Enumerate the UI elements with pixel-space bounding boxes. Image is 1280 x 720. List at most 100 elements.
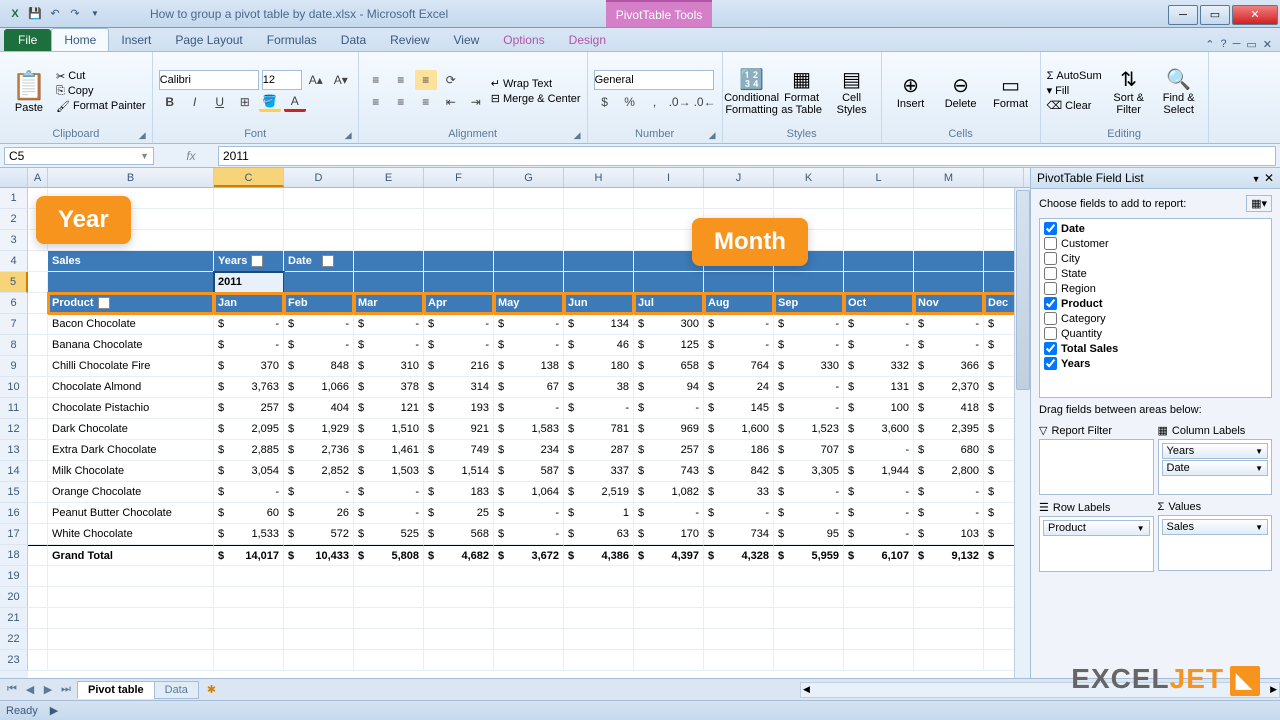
name-box[interactable]: C5▼ — [4, 147, 154, 165]
cell-J7[interactable]: $- — [704, 314, 774, 335]
inc-decimal-icon[interactable]: .0→ — [669, 92, 691, 112]
fieldlist-dropdown-icon[interactable]: ▼ — [1252, 174, 1261, 184]
cell-D9[interactable]: $848 — [284, 356, 354, 377]
col-header-C[interactable]: C — [214, 168, 284, 187]
cell-J23[interactable] — [704, 650, 774, 671]
cell-I23[interactable] — [634, 650, 704, 671]
help-icon[interactable]: ? — [1220, 38, 1226, 51]
cell-A11[interactable] — [28, 398, 48, 419]
cell-C2[interactable] — [214, 209, 284, 230]
cell-K12[interactable]: $1,523 — [774, 419, 844, 440]
cell-L10[interactable]: $131 — [844, 377, 914, 398]
col-header-I[interactable]: I — [634, 168, 704, 187]
cell-F7[interactable]: $- — [424, 314, 494, 335]
cell-I22[interactable] — [634, 629, 704, 650]
field-category[interactable]: Category — [1042, 311, 1269, 326]
cell-K19[interactable] — [774, 566, 844, 587]
cell-M9[interactable]: $366 — [914, 356, 984, 377]
cell-F14[interactable]: $1,514 — [424, 461, 494, 482]
autosum-button[interactable]: ΣAutoSum — [1047, 70, 1102, 82]
cell-K11[interactable]: $- — [774, 398, 844, 419]
cell-B8[interactable]: Banana Chocolate — [48, 335, 214, 356]
cell-A16[interactable] — [28, 503, 48, 524]
cell-G2[interactable] — [494, 209, 564, 230]
cell-E1[interactable] — [354, 188, 424, 209]
cell-J13[interactable]: $186 — [704, 440, 774, 461]
cell-C8[interactable]: $- — [214, 335, 284, 356]
cell-L8[interactable]: $- — [844, 335, 914, 356]
cell-H23[interactable] — [564, 650, 634, 671]
cell-M15[interactable]: $- — [914, 482, 984, 503]
formula-input[interactable]: 2011 — [218, 146, 1276, 166]
cell-A4[interactable] — [28, 251, 48, 272]
cell-J9[interactable]: $764 — [704, 356, 774, 377]
insert-cells-button[interactable]: ⊕Insert — [888, 58, 934, 124]
tab-home[interactable]: Home — [51, 28, 109, 51]
row-header-4[interactable]: 4 — [0, 251, 28, 272]
cell-C13[interactable]: $2,885 — [214, 440, 284, 461]
row-header-14[interactable]: 14 — [0, 461, 28, 482]
col-header-N[interactable] — [984, 168, 1024, 187]
cell-A5[interactable] — [28, 272, 48, 293]
cell-K10[interactable]: $- — [774, 377, 844, 398]
cell-L3[interactable] — [844, 230, 914, 251]
col-header-A[interactable]: A — [28, 168, 48, 187]
cell-G18[interactable]: $3,672 — [494, 545, 564, 566]
cell-L9[interactable]: $332 — [844, 356, 914, 377]
row-header-8[interactable]: 8 — [0, 335, 28, 356]
cell-L20[interactable] — [844, 587, 914, 608]
doc-min-icon[interactable]: ─ — [1233, 38, 1241, 51]
cell-D7[interactable]: $- — [284, 314, 354, 335]
cell-L6[interactable]: Oct — [844, 293, 914, 314]
cell-J17[interactable]: $734 — [704, 524, 774, 545]
cell-C19[interactable] — [214, 566, 284, 587]
row-header-20[interactable]: 20 — [0, 587, 28, 608]
cell-H20[interactable] — [564, 587, 634, 608]
cell-G14[interactable]: $587 — [494, 461, 564, 482]
cell-F8[interactable]: $- — [424, 335, 494, 356]
cell-M18[interactable]: $9,132 — [914, 545, 984, 566]
cell-D15[interactable]: $- — [284, 482, 354, 503]
field-checkbox[interactable] — [1044, 252, 1057, 265]
cell-H10[interactable]: $38 — [564, 377, 634, 398]
prev-tab-icon[interactable]: ◀ — [22, 683, 38, 696]
cell-I20[interactable] — [634, 587, 704, 608]
format-painter-button[interactable]: 🖌Format Painter — [56, 100, 146, 113]
tab-page-layout[interactable]: Page Layout — [163, 29, 254, 51]
currency-icon[interactable]: $ — [594, 92, 616, 112]
grow-font-icon[interactable]: A▴ — [305, 70, 327, 90]
cell-H18[interactable]: $4,386 — [564, 545, 634, 566]
fill-button[interactable]: ▾Fill — [1047, 84, 1102, 97]
col-header-F[interactable]: F — [424, 168, 494, 187]
cell-J21[interactable] — [704, 608, 774, 629]
tab-review[interactable]: Review — [378, 29, 441, 51]
cell-I6[interactable]: Jul — [634, 293, 704, 314]
cell-H15[interactable]: $2,519 — [564, 482, 634, 503]
cell-M4[interactable] — [914, 251, 984, 272]
cell-J16[interactable]: $- — [704, 503, 774, 524]
cell-G7[interactable]: $- — [494, 314, 564, 335]
tab-formulas[interactable]: Formulas — [255, 29, 329, 51]
cell-L11[interactable]: $100 — [844, 398, 914, 419]
clipboard-dialog-icon[interactable]: ◢ — [139, 130, 146, 141]
last-tab-icon[interactable]: ⏭ — [58, 683, 74, 696]
tab-design[interactable]: Design — [557, 29, 618, 51]
align-middle-icon[interactable]: ≡ — [390, 70, 412, 90]
cell-A18[interactable] — [28, 545, 48, 566]
cell-D17[interactable]: $572 — [284, 524, 354, 545]
namebox-dropdown-icon[interactable]: ▼ — [140, 151, 149, 161]
row-header-18[interactable]: 18 — [0, 545, 28, 566]
cell-G13[interactable]: $234 — [494, 440, 564, 461]
cell-E19[interactable] — [354, 566, 424, 587]
cell-F1[interactable] — [424, 188, 494, 209]
cell-B23[interactable] — [48, 650, 214, 671]
cell-H22[interactable] — [564, 629, 634, 650]
number-dialog-icon[interactable]: ◢ — [709, 130, 716, 141]
cell-E23[interactable] — [354, 650, 424, 671]
cell-A6[interactable] — [28, 293, 48, 314]
cell-M13[interactable]: $680 — [914, 440, 984, 461]
cell-E3[interactable] — [354, 230, 424, 251]
cell-J1[interactable] — [704, 188, 774, 209]
cell-H4[interactable] — [564, 251, 634, 272]
cell-G10[interactable]: $67 — [494, 377, 564, 398]
